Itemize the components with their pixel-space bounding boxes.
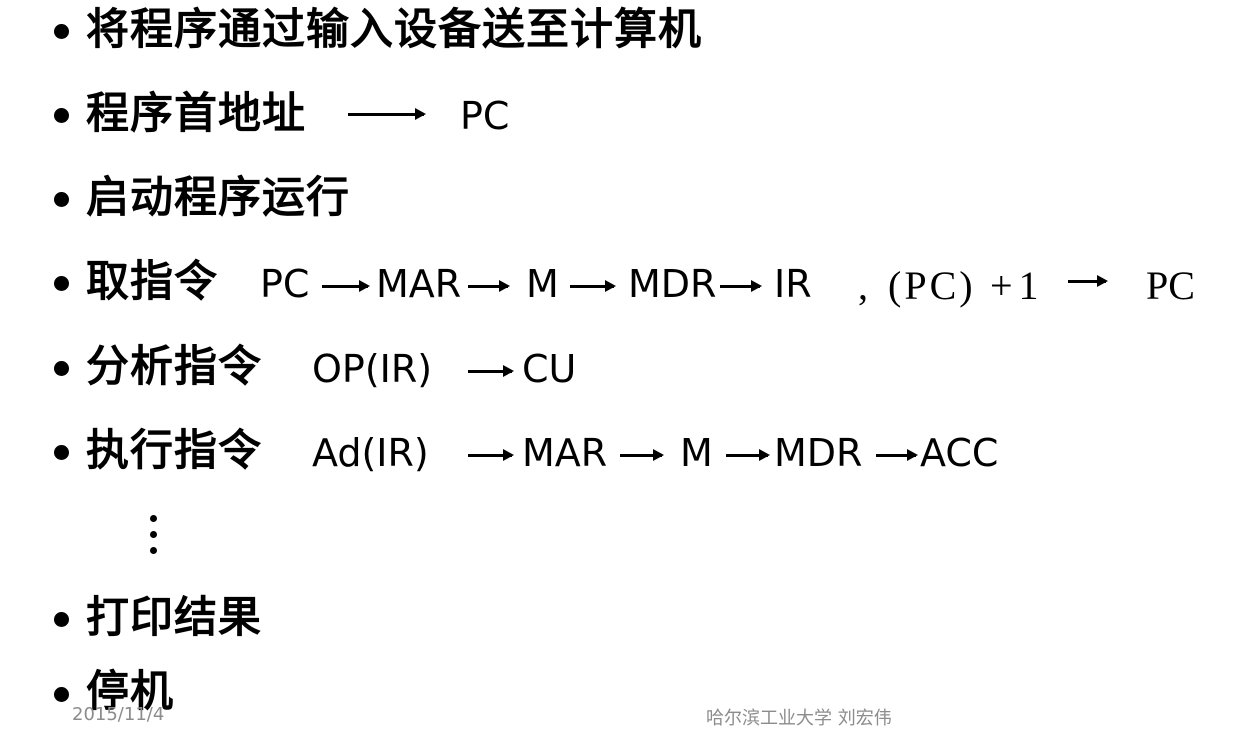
bullet-label: 启动程序运行 xyxy=(86,173,350,223)
seq-ir: IR xyxy=(774,262,812,306)
seq-op-ir: OP(IR) xyxy=(312,347,433,391)
bullet-dot xyxy=(54,24,69,39)
seq-m: M xyxy=(680,431,713,475)
bullet-dot xyxy=(54,192,69,207)
bullet-dot xyxy=(54,361,69,376)
bullet-dot xyxy=(54,687,69,702)
arrow-icon xyxy=(570,280,616,292)
arrow-icon xyxy=(726,449,770,461)
seq-mdr: MDR xyxy=(628,262,717,306)
seq-pc-target: PC xyxy=(1146,263,1195,308)
arrow-icon xyxy=(322,280,370,292)
seq-pc-register: (PC) xyxy=(888,263,976,308)
seq-mdr: MDR xyxy=(774,431,863,475)
arrow-icon xyxy=(348,108,426,120)
seq-cu: CU xyxy=(522,347,577,391)
bullet-label: 将程序通过输入设备送至计算机 xyxy=(86,5,702,55)
arrow-icon xyxy=(468,365,514,377)
arrow-icon xyxy=(1068,275,1108,287)
footer-date: 2015/11/4 xyxy=(72,704,165,725)
seq-ad-ir: Ad(IR) xyxy=(312,431,429,475)
bullet-label: 取指令 xyxy=(86,257,218,307)
bullet-label: 打印结果 xyxy=(86,593,262,643)
bullet-label: 分析指令 xyxy=(86,342,262,392)
seq-m: M xyxy=(526,262,559,306)
arrow-icon xyxy=(620,449,664,461)
seq-pc: PC xyxy=(260,262,310,306)
seq-comma: , xyxy=(858,263,868,308)
arrow-icon xyxy=(720,280,762,292)
vertical-ellipsis-icon xyxy=(150,515,160,563)
bullet-dot xyxy=(54,276,69,291)
bullet-label: 执行指令 xyxy=(86,426,262,476)
seq-pc: PC xyxy=(460,94,510,138)
seq-mar: MAR xyxy=(522,431,608,475)
bullet-dot xyxy=(54,108,69,123)
bullet-label: 程序首地址 xyxy=(86,89,306,139)
footer-author: 哈尔滨工业大学 刘宏伟 xyxy=(706,708,892,729)
bullet-dot xyxy=(54,445,69,460)
seq-mar: MAR xyxy=(376,262,462,306)
arrow-icon xyxy=(468,449,514,461)
arrow-icon xyxy=(876,449,918,461)
bullet-dot xyxy=(54,612,69,627)
seq-plus-one: +1 xyxy=(990,263,1045,308)
arrow-icon xyxy=(468,280,510,292)
seq-acc: ACC xyxy=(920,431,999,475)
